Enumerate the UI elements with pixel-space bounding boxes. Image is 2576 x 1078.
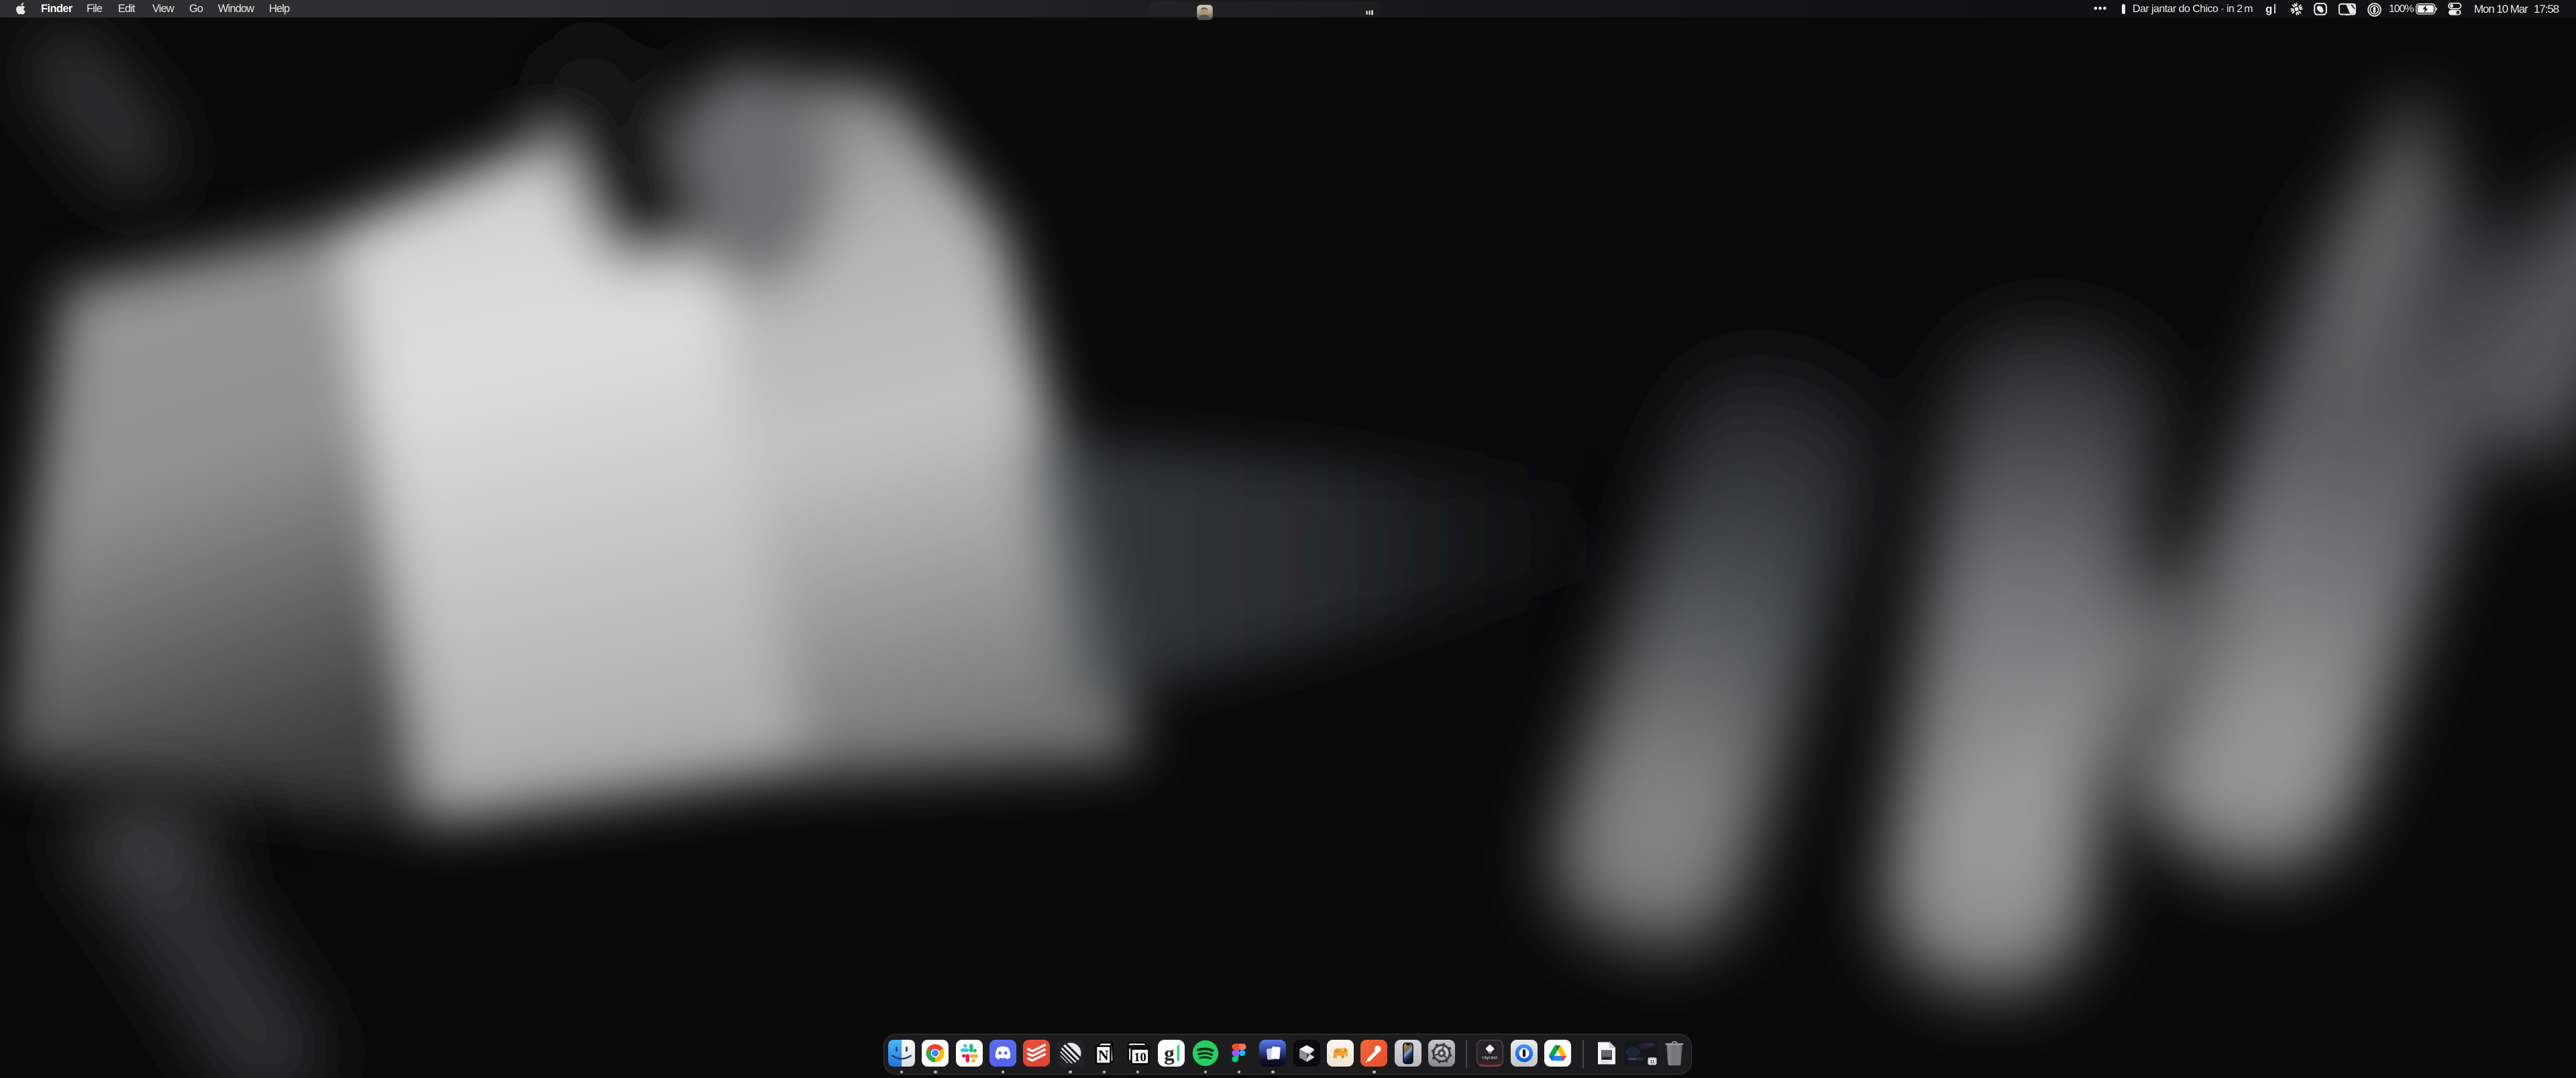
- svg-text:11: 11: [1650, 1060, 1654, 1065]
- svg-text:raycast: raycast: [1483, 1055, 1497, 1060]
- svg-text:10: 10: [1134, 1051, 1146, 1065]
- svg-text:N: N: [1098, 1046, 1109, 1063]
- svg-text:g: g: [1165, 1041, 1175, 1065]
